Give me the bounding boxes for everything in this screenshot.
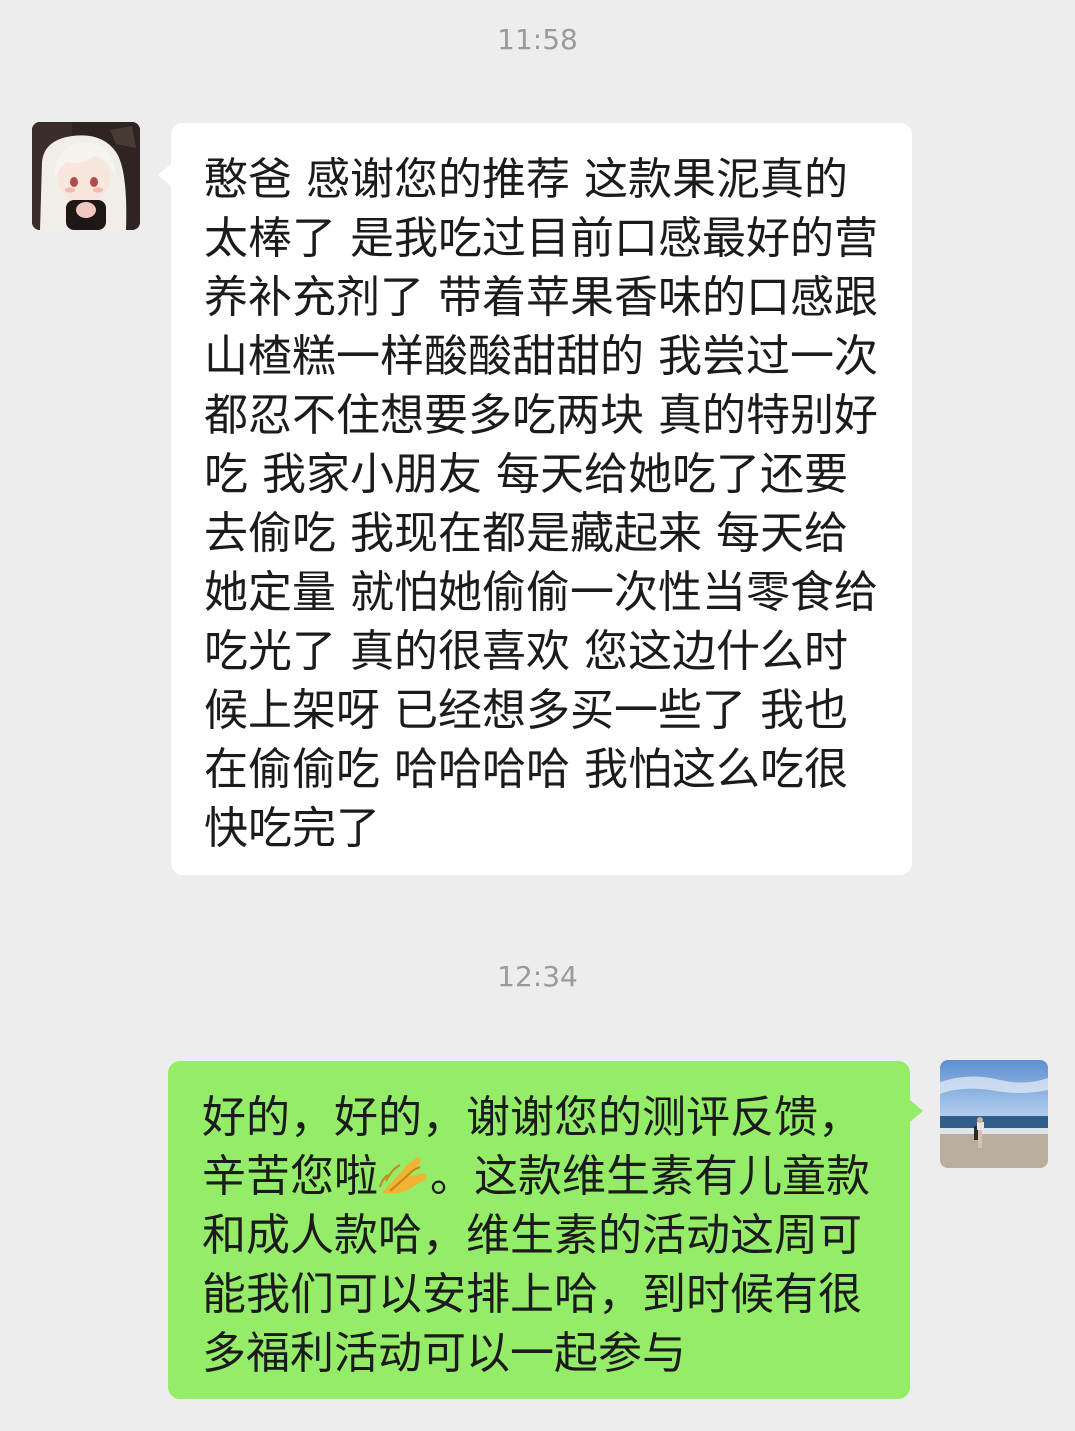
outgoing-message-bubble[interactable]: 好的，好的，谢谢您的测评反馈，辛苦您啦 。这款维生素有儿童款和成人款哈，维生素的…: [168, 1061, 910, 1399]
timestamp: 11:58: [497, 23, 578, 56]
bubble-tail: [910, 1100, 923, 1122]
anime-girl-avatar: [32, 122, 140, 230]
sender-avatar[interactable]: [32, 122, 140, 230]
beach-photo-avatar: [940, 1060, 1048, 1168]
timestamp: 12:34: [497, 960, 578, 993]
incoming-message-bubble[interactable]: 憨爸 感谢您的推荐 这款果泥真的太棒了 是我吃过目前口感最好的营养补充剂了 带着…: [171, 123, 912, 875]
praying-hands-icon: [378, 1151, 430, 1197]
self-avatar[interactable]: [940, 1060, 1048, 1168]
message-text: 憨爸 感谢您的推荐 这款果泥真的太棒了 是我吃过目前口感最好的营养补充剂了 带着…: [204, 154, 878, 854]
bubble-tail: [158, 164, 171, 186]
